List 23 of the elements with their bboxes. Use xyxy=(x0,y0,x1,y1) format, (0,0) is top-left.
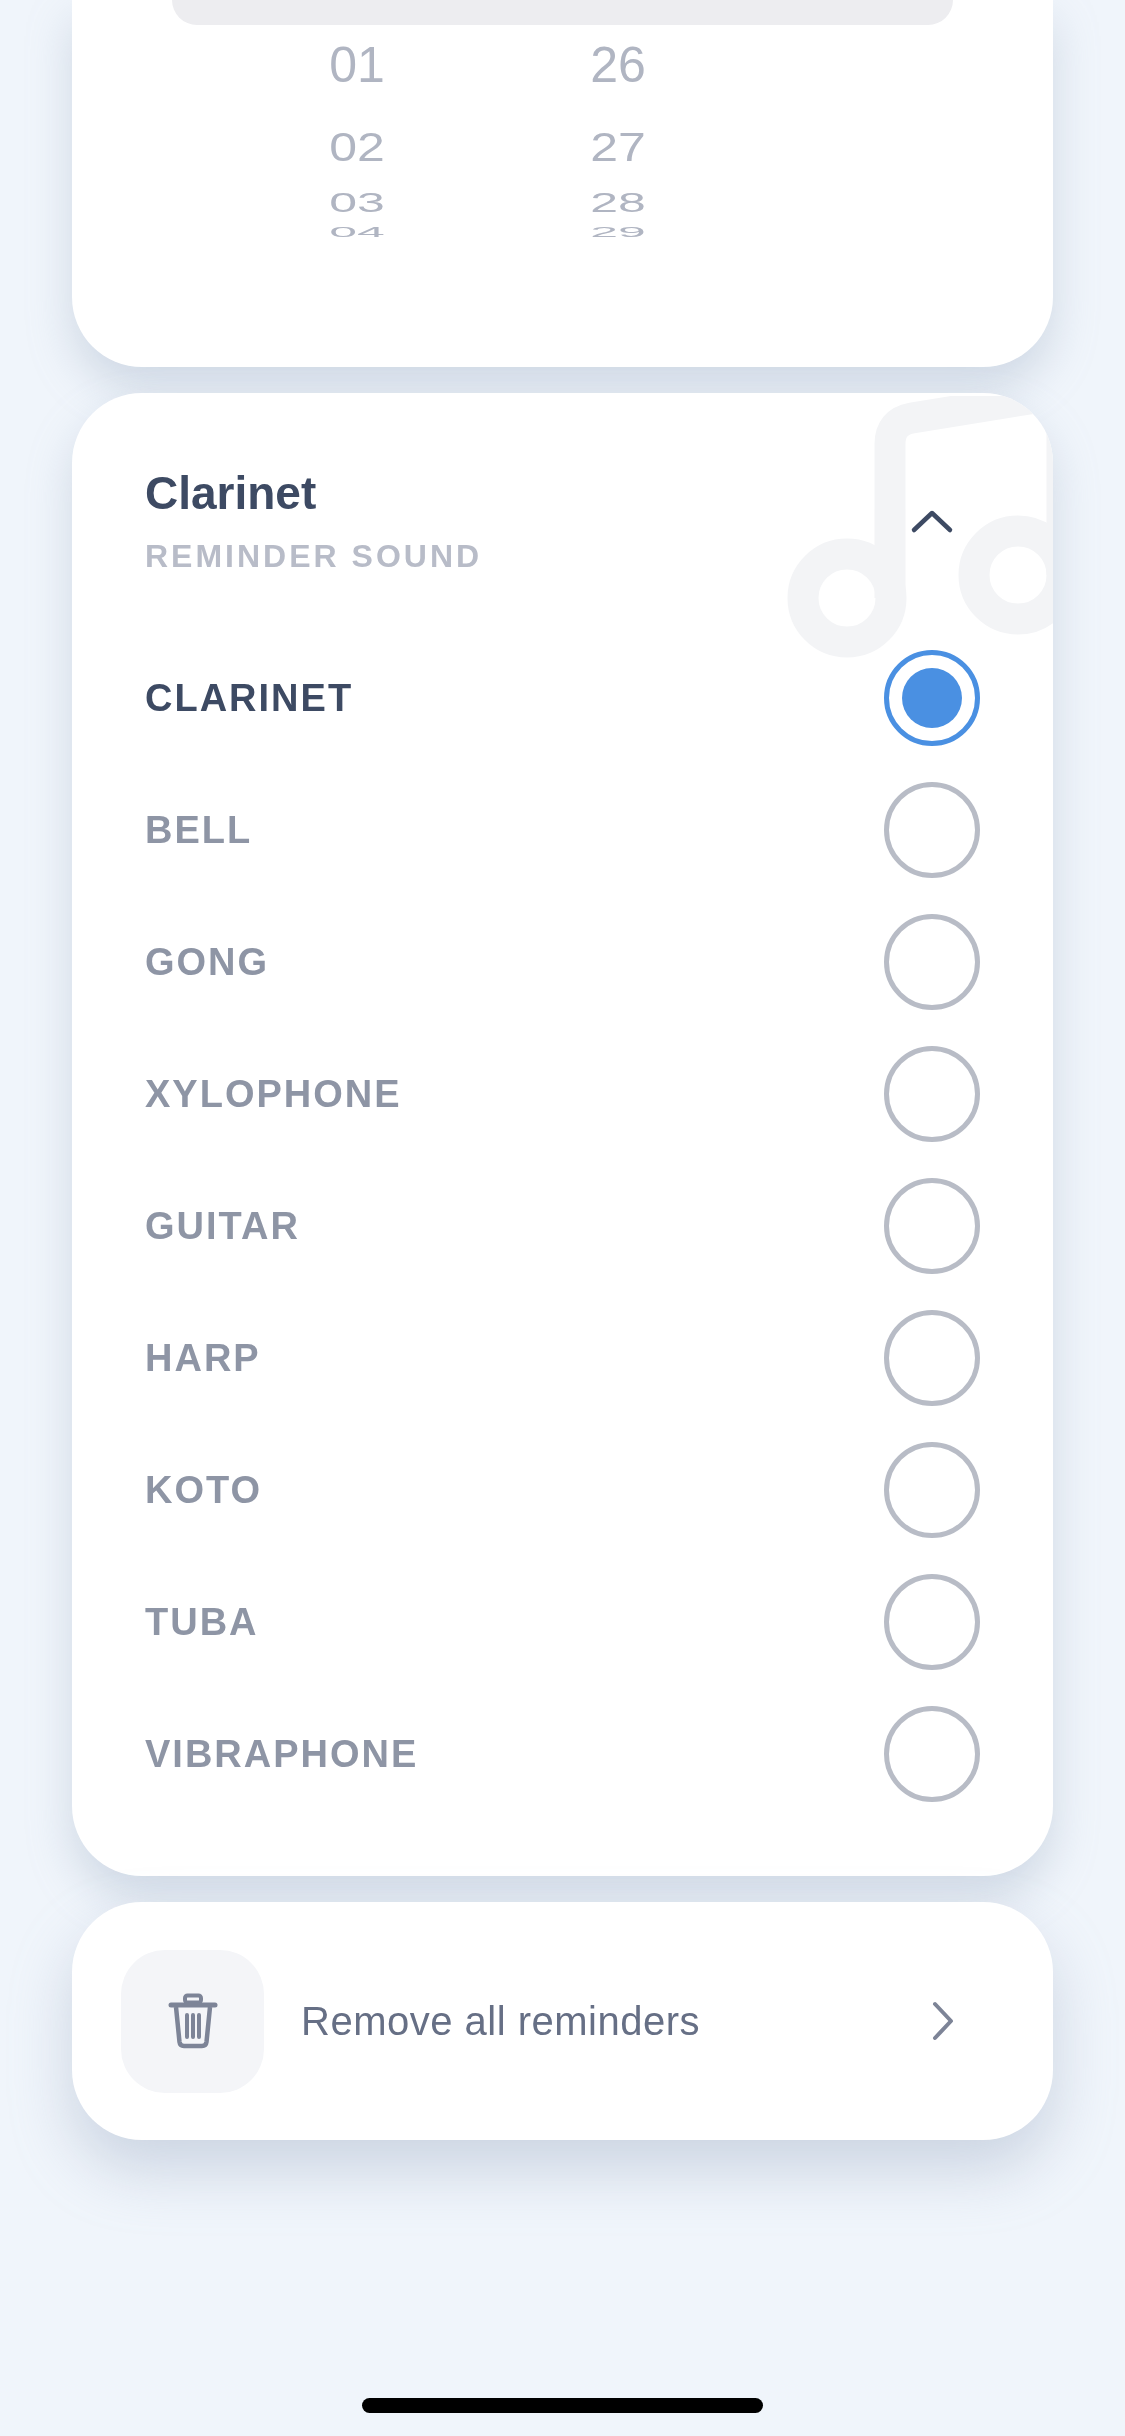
picker-number[interactable]: 26 xyxy=(590,40,646,90)
sound-option[interactable]: VIBRAPHONE xyxy=(145,1731,419,1777)
picker-number[interactable]: 01 xyxy=(329,40,385,90)
sound-option[interactable]: KOTO xyxy=(145,1467,263,1513)
remove-all-button[interactable]: Remove all reminders xyxy=(72,1902,1053,2140)
chevron-right-icon xyxy=(932,2001,954,2041)
sound-subtitle: REMINDER SOUND xyxy=(145,537,483,576)
picker-number[interactable]: 04 xyxy=(329,224,385,240)
picker-number[interactable]: 03 xyxy=(329,189,385,217)
picker-number[interactable]: 02 xyxy=(329,127,385,167)
picker-number[interactable]: 29 xyxy=(590,224,646,240)
picker-number[interactable]: 27 xyxy=(590,127,646,167)
home-indicator[interactable] xyxy=(362,2398,763,2413)
sound-option[interactable]: CLARINET xyxy=(145,675,354,721)
sound-option[interactable]: XYLOPHONE xyxy=(145,1071,402,1117)
sound-option[interactable]: GONG xyxy=(145,939,270,985)
sound-title: Clarinet xyxy=(145,466,318,521)
picker-number[interactable]: 28 xyxy=(590,189,646,217)
sound-option[interactable]: BELL xyxy=(145,807,253,853)
trash-icon xyxy=(121,1949,264,2093)
sound-option[interactable]: HARP xyxy=(145,1335,261,1381)
sound-option[interactable]: TUBA xyxy=(145,1599,259,1645)
sound-option[interactable]: GUITAR xyxy=(145,1203,300,1249)
